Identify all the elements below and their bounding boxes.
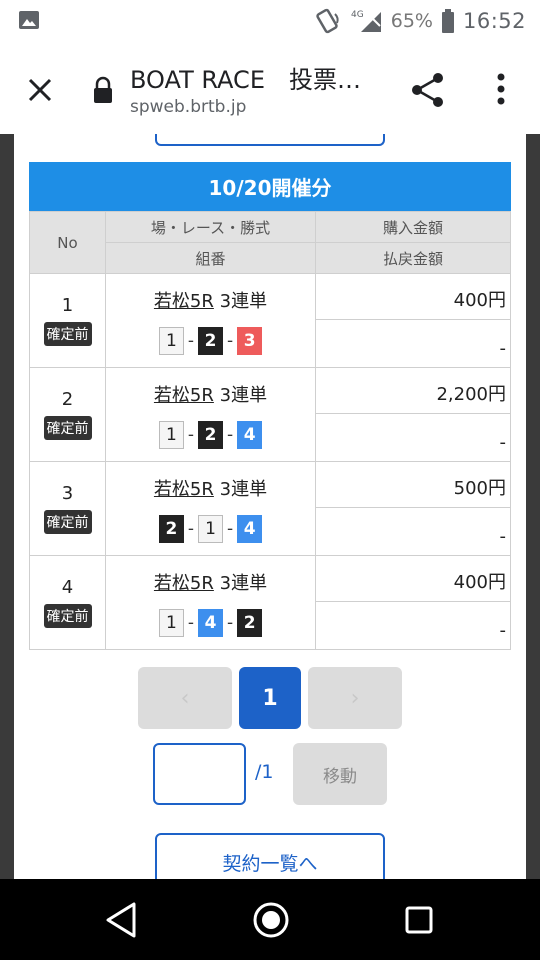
combo-separator: - <box>187 424 194 445</box>
boat-number: 3 <box>237 326 263 355</box>
table-row: 4 確定前 若松5R 3連単 1-4-2 400円 <box>29 554 511 650</box>
purchase-amount: 400円 <box>315 272 511 321</box>
status-badge: 確定前 <box>43 510 92 534</box>
home-icon[interactable] <box>252 901 290 939</box>
row-number: 3 <box>61 483 74 504</box>
contract-list-button[interactable]: 契約一覧へ <box>155 833 385 879</box>
venue-link[interactable]: 若松5R <box>154 479 214 500</box>
date-header: 10/20開催分 <box>29 162 511 211</box>
row-no-cell: 3 確定前 <box>29 461 106 556</box>
combo-separator: - <box>227 612 234 633</box>
lock-icon[interactable] <box>92 76 114 104</box>
boat-number: 4 <box>237 514 263 543</box>
race-cell: 若松5R 3連単 1-4-2 <box>105 555 316 650</box>
col-header-race-type: 場・レース・勝式 <box>105 211 316 243</box>
bet-table: No 場・レース・勝式 購入金額 組番 払戻金額 1 確定前 若松5R 3連単 1-2… <box>29 211 511 650</box>
next-page-button[interactable]: › <box>308 667 402 729</box>
bet-type: 3連単 <box>219 384 268 406</box>
table-row: 1 確定前 若松5R 3連単 1-2-3 400円 <box>29 272 511 368</box>
purchase-amount: 400円 <box>315 554 511 603</box>
payout-amount: - <box>315 507 511 556</box>
page-number-input[interactable] <box>153 743 246 805</box>
row-number: 4 <box>61 577 74 598</box>
system-nav-bar <box>0 879 540 960</box>
col-header-no: No <box>29 211 106 274</box>
purchase-amount: 2,200円 <box>315 366 511 415</box>
top-button-partial[interactable] <box>155 134 385 146</box>
boat-number: 2 <box>198 420 223 449</box>
content-sheet: 10/20開催分 No 場・レース・勝式 購入金額 組番 払戻金額 1 確定前 若松… <box>14 134 526 879</box>
boat-number: 1 <box>158 608 184 637</box>
status-badge: 確定前 <box>43 322 92 346</box>
signal-icon: 4G <box>351 10 381 32</box>
pagination: ‹ 1 › <box>14 667 526 729</box>
venue-link[interactable]: 若松5R <box>154 573 214 594</box>
combination: 2-1-4 <box>106 514 315 543</box>
boat-number: 2 <box>158 514 184 543</box>
boat-number: 4 <box>198 608 223 637</box>
combo-separator: - <box>227 518 234 539</box>
row-no-cell: 2 確定前 <box>29 367 106 462</box>
status-badge: 確定前 <box>43 604 92 628</box>
payout-amount: - <box>315 319 511 368</box>
move-button[interactable]: 移動 <box>293 743 387 805</box>
combination: 1-2-3 <box>106 326 315 355</box>
combination: 1-2-4 <box>106 420 315 449</box>
row-number: 2 <box>61 389 74 410</box>
recent-apps-icon[interactable] <box>404 905 434 935</box>
table-row: 2 確定前 若松5R 3連単 1-2-4 2,200円 <box>29 366 511 462</box>
venue-link[interactable]: 若松5R <box>154 291 214 312</box>
bet-type: 3連単 <box>219 572 268 594</box>
combo-separator: - <box>227 424 234 445</box>
table-row: 3 確定前 若松5R 3連単 2-1-4 500円 <box>29 460 511 556</box>
boat-number: 2 <box>198 326 223 355</box>
network-type: 4G <box>351 10 364 20</box>
row-number: 1 <box>61 295 74 316</box>
combo-separator: - <box>227 330 234 351</box>
combo-separator: - <box>187 330 194 351</box>
boat-number: 1 <box>158 326 184 355</box>
status-bar: 4G 65% 16:52 <box>0 0 540 42</box>
combination: 1-4-2 <box>106 608 315 637</box>
bet-type: 3連単 <box>219 478 268 500</box>
page-jump: /1 移動 <box>14 743 526 805</box>
boat-number: 1 <box>198 514 223 543</box>
row-no-cell: 1 確定前 <box>29 273 106 368</box>
venue-link[interactable]: 若松5R <box>154 385 214 406</box>
share-icon[interactable] <box>408 70 448 110</box>
boat-number: 1 <box>158 420 184 449</box>
payout-amount: - <box>315 413 511 462</box>
combo-separator: - <box>187 518 194 539</box>
col-header-combination: 組番 <box>105 242 316 274</box>
race-cell: 若松5R 3連単 1-2-3 <box>105 273 316 368</box>
payout-amount: - <box>315 601 511 650</box>
browser-toolbar: BOAT RACE 投票… spweb.brtb.jp <box>0 42 540 134</box>
page-1-button[interactable]: 1 <box>239 667 301 729</box>
row-no-cell: 4 確定前 <box>29 555 106 650</box>
phone-vibrate-icon <box>316 8 339 34</box>
back-icon[interactable] <box>104 901 138 939</box>
gallery-icon <box>19 11 39 29</box>
combo-separator: - <box>187 612 194 633</box>
status-badge: 確定前 <box>43 416 92 440</box>
battery-percent: 65% <box>390 10 433 32</box>
url-host[interactable]: spweb.brtb.jp <box>130 97 246 117</box>
boat-number: 2 <box>237 608 263 637</box>
col-header-payout: 払戻金額 <box>315 242 511 274</box>
clock: 16:52 <box>462 9 526 33</box>
page-viewport: 10/20開催分 No 場・レース・勝式 購入金額 組番 払戻金額 1 確定前 若松… <box>0 134 540 879</box>
battery-icon <box>441 9 454 33</box>
prev-page-button[interactable]: ‹ <box>138 667 232 729</box>
race-cell: 若松5R 3連単 1-2-4 <box>105 367 316 462</box>
col-header-purchase: 購入金額 <box>315 211 511 243</box>
page-title: BOAT RACE 投票… <box>130 66 361 94</box>
boat-number: 4 <box>237 420 263 449</box>
close-icon[interactable] <box>22 72 58 108</box>
race-cell: 若松5R 3連単 2-1-4 <box>105 461 316 556</box>
more-vert-icon[interactable] <box>490 70 512 110</box>
total-pages: /1 <box>255 761 274 783</box>
purchase-amount: 500円 <box>315 460 511 509</box>
bet-type: 3連単 <box>219 290 268 312</box>
